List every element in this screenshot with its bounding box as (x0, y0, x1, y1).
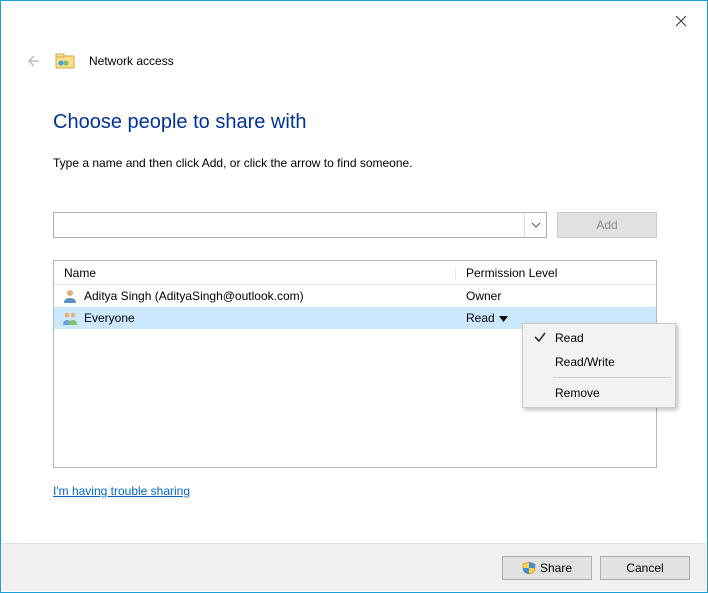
row-name: Aditya Singh (AdityaSingh@outlook.com) (84, 289, 304, 303)
permission-dropdown-caret[interactable] (499, 311, 508, 325)
share-button-label: Share (540, 561, 572, 575)
dropdown-item-read[interactable]: Read (525, 326, 673, 350)
footer: Share Cancel (2, 543, 706, 591)
dropdown-item-label: Read (555, 331, 584, 345)
header: Network access (23, 51, 174, 71)
row-name: Everyone (84, 311, 135, 325)
cancel-button[interactable]: Cancel (600, 556, 690, 580)
trouble-sharing-link[interactable]: I'm having trouble sharing (53, 484, 190, 498)
network-folder-icon (55, 51, 75, 71)
dropdown-item-label: Read/Write (555, 355, 615, 369)
close-button[interactable] (669, 9, 693, 33)
group-icon (62, 310, 78, 326)
permission-dropdown-menu: Read Read/Write Remove (522, 323, 676, 408)
user-icon (62, 288, 78, 304)
page-heading: Choose people to share with (53, 111, 657, 134)
dropdown-item-label: Remove (555, 386, 600, 400)
dropdown-item-readwrite[interactable]: Read/Write (525, 350, 673, 374)
table-header: Name Permission Level (54, 261, 656, 285)
dropdown-separator (553, 377, 671, 378)
window-title: Network access (89, 54, 174, 68)
row-permission[interactable]: Read (466, 311, 495, 325)
page-subtext: Type a name and then click Add, or click… (53, 156, 657, 170)
row-permission: Owner (466, 289, 501, 303)
check-icon (533, 330, 547, 344)
add-button[interactable]: Add (557, 212, 657, 238)
combo-dropdown-arrow[interactable] (524, 213, 546, 237)
share-button[interactable]: Share (502, 556, 592, 580)
shield-icon (522, 561, 536, 575)
table-row[interactable]: Aditya Singh (AdityaSingh@outlook.com) O… (54, 285, 656, 307)
back-arrow-icon (23, 52, 41, 70)
name-input[interactable] (53, 212, 547, 238)
column-header-permission[interactable]: Permission Level (456, 266, 656, 280)
dropdown-item-remove[interactable]: Remove (525, 381, 673, 405)
column-header-name[interactable]: Name (54, 266, 456, 280)
name-combo[interactable] (53, 212, 547, 238)
